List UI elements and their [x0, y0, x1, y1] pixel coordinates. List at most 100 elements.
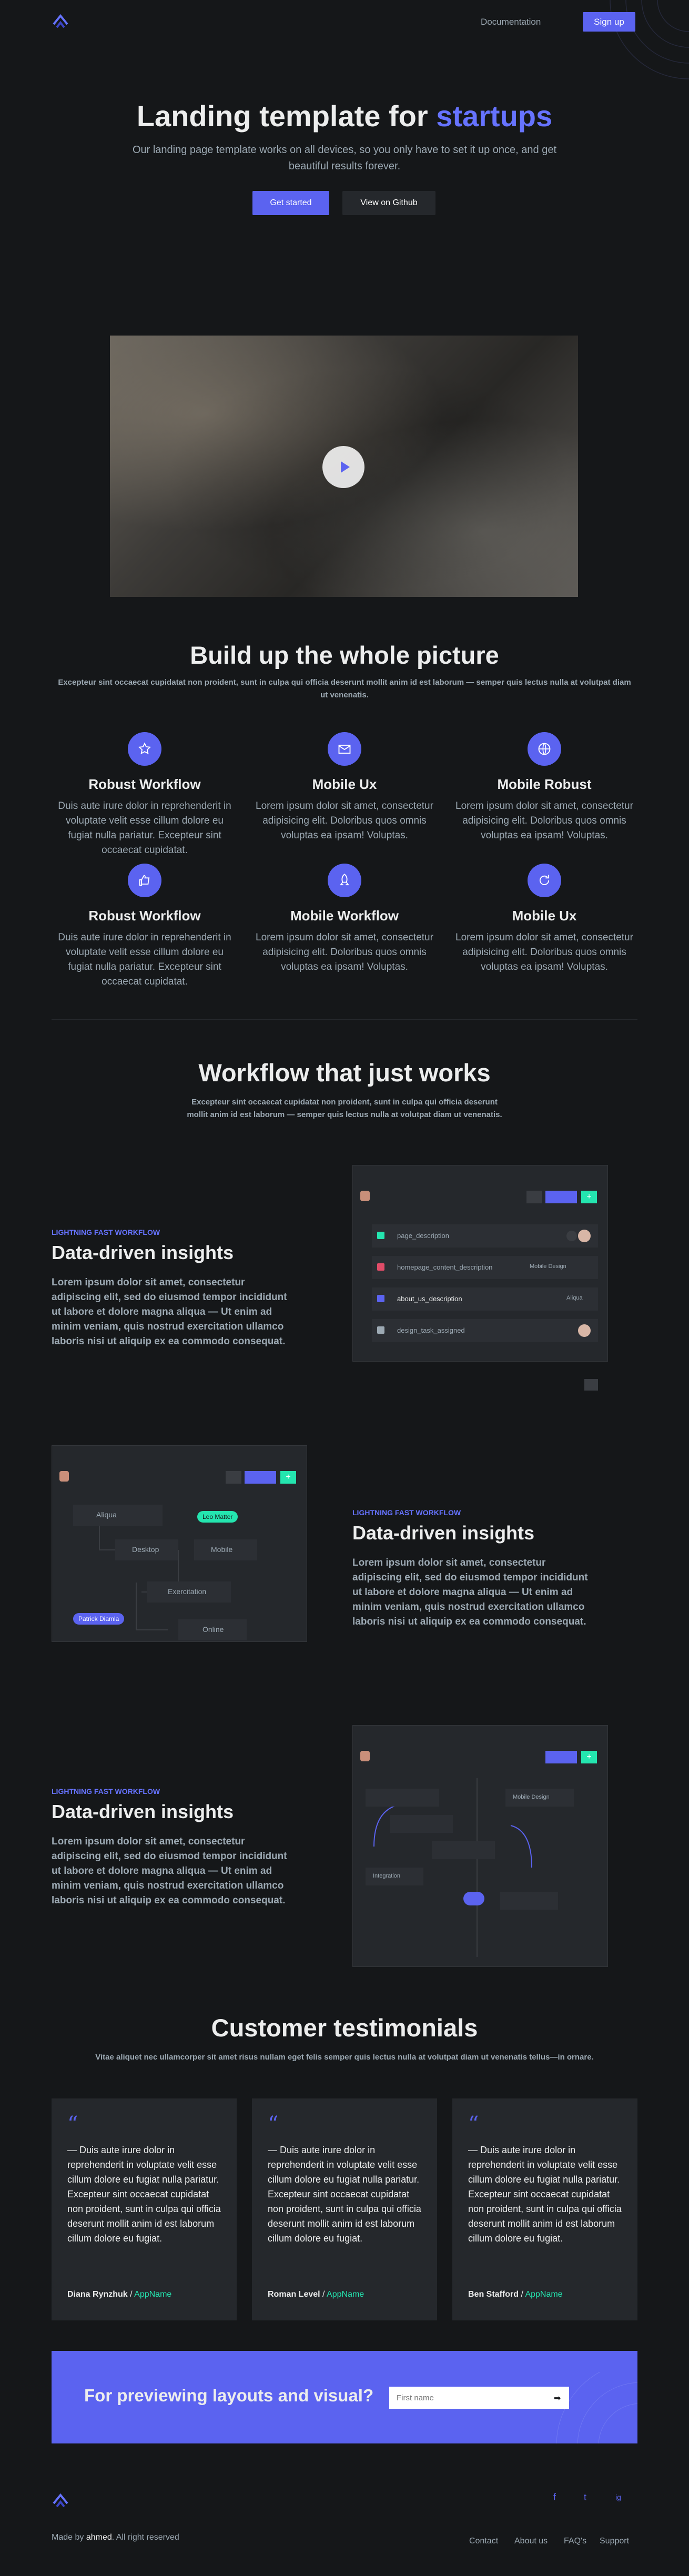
play-icon — [341, 461, 350, 473]
footer-link-about[interactable]: About us — [514, 2537, 548, 2546]
copyright-prefix: Made by — [52, 2533, 86, 2542]
quote-icon: “ — [268, 2112, 279, 2136]
feature-title: Robust Workflow — [88, 776, 201, 792]
more-button[interactable] — [526, 1191, 542, 1203]
hero-title: Landing template for startups — [0, 99, 689, 133]
graph-node[interactable]: Desktop — [115, 1539, 178, 1560]
features-subtitle: Excepteur sint occaecat cupidatat non pr… — [58, 678, 631, 699]
testimonial-author: Diana Rynzhuk / AppName — [67, 2290, 172, 2299]
copyright: Made by ahmed. All right reserved — [52, 2533, 179, 2542]
feature-item: Mobile Ux Lorem ipsum dolor sit amet, co… — [455, 864, 634, 975]
split-text: Lorem ipsum dolor sit amet, consectetur … — [52, 1836, 287, 1906]
footer-link-contact[interactable]: Contact — [469, 2537, 498, 2546]
author-name: Ben Stafford — [468, 2290, 519, 2299]
board-card[interactable]: Integration — [366, 1868, 423, 1885]
task-row[interactable]: about_us_description Aliqua — [372, 1287, 598, 1311]
board-card[interactable] — [500, 1892, 558, 1910]
github-button[interactable]: View on Github — [342, 191, 435, 215]
first-name-input[interactable] — [389, 2387, 569, 2409]
board-card[interactable] — [390, 1815, 453, 1833]
testimonial-quote: — Duis aute irure dolor in reprehenderit… — [268, 2145, 421, 2244]
feature-title: Mobile Ux — [312, 776, 377, 792]
graph-node[interactable]: Online — [178, 1619, 247, 1640]
add-icon[interactable]: + — [581, 1191, 597, 1203]
cta-title: For previewing layouts and visual? — [84, 2386, 374, 2405]
page: Documentation Sign up Landing template f… — [0, 0, 689, 2576]
graph-pill: Patrick Diamla — [73, 1613, 125, 1625]
task-tag: Aliqua — [566, 1295, 583, 1301]
board-card[interactable] — [366, 1789, 439, 1807]
feature-title: Mobile Workflow — [290, 908, 399, 924]
author-app[interactable]: AppName — [525, 2290, 562, 2299]
author-link[interactable]: ahmed — [86, 2533, 112, 2542]
board-card[interactable]: Mobile Design — [505, 1789, 574, 1807]
doc-icon — [377, 1263, 384, 1271]
task-label: about_us_description — [397, 1295, 462, 1303]
hero-title-main: Landing template for — [136, 99, 437, 133]
split-item: LIGHTNING FAST WORKFLOW Data-driven insi… — [352, 1508, 594, 1629]
split-title: Data-driven insights — [52, 1801, 234, 1822]
avatar — [566, 1231, 577, 1241]
split-title: Data-driven insights — [52, 1242, 234, 1263]
feature-text: Lorem ipsum dolor sit amet, consectetur … — [455, 800, 633, 841]
split-item: LIGHTNING FAST WORKFLOW Data-driven insi… — [52, 1228, 293, 1349]
feature-text: Duis aute irure dolor in reprehenderit i… — [58, 932, 231, 987]
quote-icon: “ — [468, 2112, 479, 2136]
copyright-suffix: . All right reserved — [112, 2533, 179, 2542]
twitter-icon[interactable]: t — [584, 2492, 586, 2503]
doc-icon — [377, 1232, 384, 1239]
task-row[interactable]: page_description — [372, 1224, 598, 1248]
workflow-subtitle: Excepteur sint occaecat cupidatat non pr… — [187, 1098, 502, 1119]
instagram-icon[interactable]: ig — [615, 2493, 621, 2501]
quote-icon: “ — [67, 2112, 78, 2136]
workflow-mockup-graph: + Aliqua Leo Matter Desktop Mobile Exerc… — [52, 1445, 307, 1642]
features-title: Build up the whole picture — [190, 641, 499, 669]
task-label: design_task_assigned — [397, 1326, 465, 1334]
testimonials-title: Customer testimonials — [211, 2014, 478, 2042]
get-started-button[interactable]: Get started — [252, 191, 329, 215]
signup-button[interactable]: Sign up — [583, 12, 635, 32]
board-card[interactable] — [432, 1841, 495, 1859]
task-row[interactable]: homepage_content_description Mobile Desi… — [372, 1256, 598, 1279]
testimonial-card: “ — Duis aute irure dolor in reprehender… — [252, 2098, 437, 2320]
testimonials-subtitle: Vitae aliquet nec ullamcorper sit amet r… — [95, 2053, 594, 2062]
footer-logo-icon[interactable] — [52, 2492, 69, 2510]
board-toggle[interactable] — [463, 1892, 484, 1905]
split-eyebrow: LIGHTNING FAST WORKFLOW — [52, 1228, 160, 1236]
graph-node[interactable]: Exercitation — [147, 1581, 231, 1603]
workflow-title: Workflow that just works — [198, 1059, 491, 1087]
arrow-right-icon[interactable]: ➡ — [554, 2393, 561, 2403]
menu-button[interactable] — [584, 1379, 598, 1391]
facebook-icon[interactable]: f — [553, 2492, 556, 2503]
testimonial-card: “ — Duis aute irure dolor in reprehender… — [452, 2098, 637, 2320]
hero-title-accent: startups — [436, 99, 553, 133]
workflow-mockup-board: + Mobile Design Integration — [352, 1725, 608, 1967]
author-name: Roman Level — [268, 2290, 320, 2299]
graph-node[interactable]: Aliqua — [73, 1505, 163, 1526]
feature-text: Duis aute irure dolor in reprehenderit i… — [58, 800, 231, 856]
split-text: Lorem ipsum dolor sit amet, consectetur … — [352, 1557, 588, 1627]
doc-icon — [377, 1295, 384, 1302]
footer-link-faq[interactable]: FAQ's — [564, 2537, 586, 2546]
logo-icon[interactable] — [52, 13, 69, 31]
author-app[interactable]: AppName — [134, 2290, 171, 2299]
feature-text: Lorem ipsum dolor sit amet, consectetur … — [256, 932, 433, 972]
author-app[interactable]: AppName — [327, 2290, 364, 2299]
primary-toggle[interactable] — [545, 1191, 577, 1203]
hero-video[interactable] — [110, 336, 578, 597]
feature-title: Robust Workflow — [88, 908, 201, 924]
nav-documentation[interactable]: Documentation — [481, 17, 541, 27]
section-divider — [52, 1019, 637, 1020]
avatar — [578, 1230, 591, 1242]
split-item: LIGHTNING FAST WORKFLOW Data-driven insi… — [52, 1787, 293, 1908]
task-tag: Mobile Design — [530, 1263, 566, 1270]
task-row[interactable]: design_task_assigned — [372, 1319, 598, 1342]
play-button[interactable] — [322, 446, 364, 488]
feature-item: Robust Workflow Duis aute irure dolor in… — [55, 732, 234, 858]
graph-node[interactable]: Mobile — [194, 1539, 257, 1560]
split-eyebrow: LIGHTNING FAST WORKFLOW — [352, 1508, 461, 1517]
testimonial-quote: — Duis aute irure dolor in reprehenderit… — [67, 2145, 221, 2244]
feature-item: Mobile Workflow Lorem ipsum dolor sit am… — [255, 864, 434, 975]
footer-link-support[interactable]: Support — [600, 2537, 629, 2546]
refresh-icon — [528, 864, 561, 897]
